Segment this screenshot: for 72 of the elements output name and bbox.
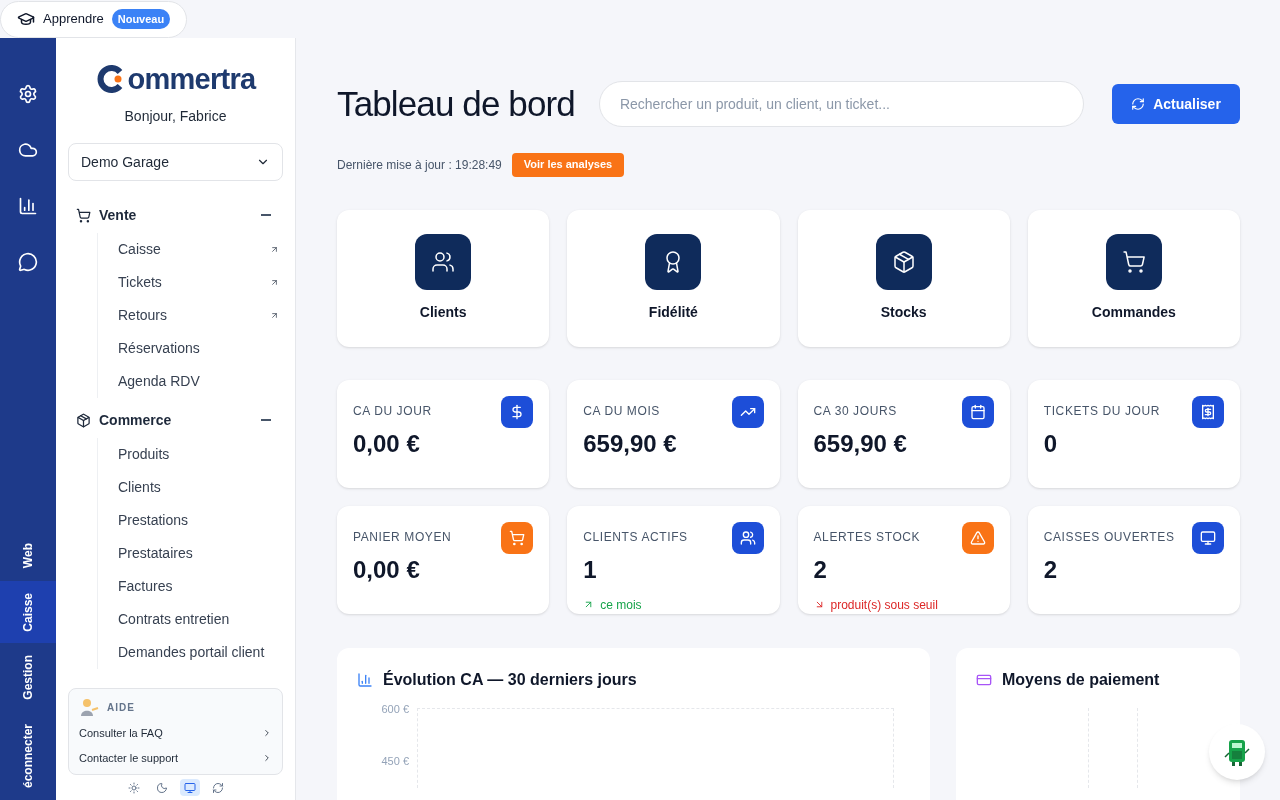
stat-label: CA DU JOUR bbox=[353, 402, 432, 420]
refresh-button[interactable]: Actualiser bbox=[1112, 84, 1240, 125]
box-icon bbox=[875, 233, 932, 290]
chevron-right-icon bbox=[262, 728, 272, 739]
stat-value: 0,00 € bbox=[353, 428, 421, 459]
trend-text: ce mois bbox=[600, 596, 642, 614]
new-badge: Nouveau bbox=[111, 8, 171, 30]
nav-item[interactable]: Agenda RDV bbox=[118, 365, 279, 398]
store-select[interactable]: Demo Garage bbox=[68, 143, 283, 181]
section-header[interactable]: Commerce bbox=[68, 406, 283, 434]
learn-button[interactable]: Apprendre Nouveau bbox=[0, 0, 188, 38]
nav-item[interactable]: Clients bbox=[118, 471, 279, 504]
robot-icon bbox=[1224, 737, 1250, 767]
nav-item[interactable]: Caisse bbox=[118, 233, 279, 266]
panel-title: Évolution CA — 30 derniers jours bbox=[383, 669, 637, 690]
graduation-cap-icon bbox=[17, 10, 35, 28]
nav-item[interactable]: Tickets bbox=[118, 266, 279, 299]
nav-item[interactable]: Contrats entretien bbox=[118, 603, 279, 636]
shortcut-card[interactable]: Commandes bbox=[1027, 209, 1240, 347]
cart-icon bbox=[1105, 233, 1162, 290]
section-header[interactable]: Vente bbox=[68, 201, 283, 229]
shortcut-card[interactable]: Stocks bbox=[797, 209, 1010, 347]
panel-title: Moyens de paiement bbox=[1002, 669, 1160, 690]
stat-label: TICKETS DU JOUR bbox=[1043, 402, 1161, 420]
help-link[interactable]: Consulter la FAQ bbox=[79, 725, 272, 742]
cart-icon bbox=[76, 207, 91, 223]
greeting: Bonjour, Fabrice bbox=[123, 107, 228, 126]
nav-item[interactable]: Factures bbox=[118, 570, 279, 603]
nav-item[interactable]: Demandes portail client bbox=[118, 636, 279, 669]
rail-tab[interactable]: Web bbox=[0, 531, 56, 581]
stat-value: 659,90 € bbox=[583, 428, 678, 459]
stat-value: 2 bbox=[1043, 554, 1059, 585]
nav-item[interactable]: Prestataires bbox=[118, 537, 279, 570]
stat-value: 659,90 € bbox=[813, 428, 908, 459]
learn-label: Apprendre bbox=[43, 10, 104, 29]
search-field[interactable]: Rechercher un produit, un client, un ticket... bbox=[598, 81, 1084, 128]
help-title: AIDE bbox=[107, 700, 135, 715]
last-update-text: Dernière mise à jour : 19:28:49 bbox=[337, 156, 502, 174]
stat-value: 2 bbox=[813, 554, 828, 585]
axis-label: 450 € bbox=[381, 755, 409, 767]
assistant-button[interactable] bbox=[1209, 724, 1265, 780]
stat-label: CLIENTS ACTIFS bbox=[583, 528, 688, 546]
chevron-right-icon bbox=[262, 752, 272, 763]
stat-label: ALERTES STOCK bbox=[813, 528, 921, 546]
rail-tab[interactable]: éconnecter bbox=[0, 711, 56, 800]
person-icon bbox=[79, 697, 99, 717]
stat-label: PANIER MOYEN bbox=[353, 528, 452, 546]
logo-text: ommertra bbox=[127, 64, 256, 94]
stat-label: CA DU MOIS bbox=[583, 402, 660, 420]
stat-label: CA 30 JOURS bbox=[813, 402, 897, 420]
refresh-icon bbox=[1131, 97, 1146, 112]
shortcut-card[interactable]: Fidélité bbox=[567, 209, 780, 347]
nav-item[interactable]: Réservations bbox=[118, 332, 279, 365]
stat-value: 0,00 € bbox=[353, 554, 421, 585]
nav-item[interactable]: Produits bbox=[118, 438, 279, 471]
stat-label: CAISSES OUVERTES bbox=[1043, 528, 1175, 546]
rail-tab[interactable]: Gestion bbox=[0, 643, 56, 712]
box-icon bbox=[76, 412, 91, 428]
stat-value: 0 bbox=[1043, 428, 1059, 459]
monitor-icon[interactable] bbox=[179, 779, 200, 796]
page-title: Tableau de bord bbox=[337, 83, 575, 125]
nav-item[interactable]: Prestations bbox=[118, 504, 279, 537]
bar-chart-icon bbox=[357, 671, 373, 688]
ribbon-icon bbox=[645, 233, 702, 290]
help-link[interactable]: Contacter le support bbox=[79, 749, 272, 766]
shortcut-card[interactable]: Clients bbox=[337, 209, 550, 347]
rail-tab[interactable]: Caisse bbox=[0, 580, 56, 644]
users-icon bbox=[415, 233, 472, 290]
trend-text: produit(s) sous seuil bbox=[830, 596, 938, 614]
nav-item[interactable]: Retours bbox=[118, 299, 279, 332]
axis-label: 600 € bbox=[381, 703, 409, 715]
stat-value: 1 bbox=[583, 554, 598, 585]
